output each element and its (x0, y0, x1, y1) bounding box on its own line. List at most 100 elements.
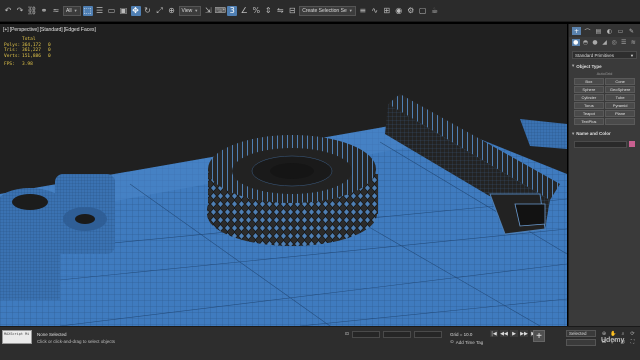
chevron-down-icon: ▼ (348, 8, 353, 13)
nav-icon-2[interactable]: ⌕ (619, 330, 627, 337)
playback-button-2[interactable]: ▶ (510, 330, 518, 337)
autogrid-checkbox[interactable]: AutoGrid (569, 71, 640, 76)
select-link-icon[interactable]: ⛓ (27, 6, 37, 16)
cmd-tab-0[interactable]: + (572, 27, 581, 35)
pivot-icon[interactable]: ⊕ (167, 6, 177, 16)
rendered-frame-icon[interactable]: ▢ (418, 6, 428, 16)
name-color-row (569, 139, 640, 150)
playback-button-0[interactable]: |◀ (490, 330, 498, 337)
nav-icon-1[interactable]: ✋ (610, 330, 618, 337)
key-filter-dropdown[interactable]: Selected (566, 330, 596, 337)
cmd-tab-5[interactable]: ✎ (627, 27, 636, 35)
name-color-rollout-header[interactable]: ▾ Name and Color (572, 131, 637, 137)
create-category-icon-1[interactable]: ◓ (582, 39, 590, 46)
reference-coord-dropdown[interactable]: View ▼ (178, 5, 202, 16)
set-key-button[interactable]: + (533, 330, 545, 342)
object-type-button-geosphere[interactable]: GeoSphere (605, 86, 635, 93)
object-type-button-box[interactable]: Box (574, 78, 604, 85)
viewport-menu-pov[interactable]: [Perspective] (10, 27, 39, 33)
viewport-menu-plus[interactable]: [+] (3, 27, 9, 33)
maxscript-listener[interactable]: MAXScript Mi (2, 330, 32, 344)
rect-selection-icon[interactable]: ▭ (107, 6, 117, 16)
object-type-button-teapot[interactable]: Teapot (574, 110, 604, 117)
chevron-down-icon: ▼ (73, 8, 78, 13)
set-key-filters[interactable] (566, 339, 596, 346)
select-object-icon[interactable]: ⬚ (82, 5, 93, 16)
unlink-icon[interactable]: ⚭ (39, 6, 49, 16)
playback-button-1[interactable]: ◀◀ (500, 330, 508, 337)
object-type-button-sphere[interactable]: Sphere (574, 86, 604, 93)
stats-total: 151,886 (22, 53, 41, 59)
percent-snap-icon[interactable]: % (251, 6, 261, 16)
x-coord-field[interactable] (351, 331, 380, 338)
window-crossing-icon[interactable]: ▣ (119, 6, 129, 16)
viewport-menu-shading[interactable]: [Edged Faces] (64, 27, 96, 33)
object-type-button-plane[interactable]: Plane (605, 110, 635, 117)
perspective-viewport[interactable]: [+][Perspective][Standard][Edged Faces] … (0, 24, 567, 326)
curve-editor-icon[interactable]: ∿ (370, 6, 380, 16)
toolbar-group-transform: ⬚ ☰ ▭ ▣ ✥ ↻ ⤢ ⊕ (82, 5, 177, 16)
snaps-toggle-icon[interactable]: 3 (227, 5, 238, 16)
collapse-icon: ▾ (572, 63, 575, 68)
object-type-button-torus[interactable]: Torus (574, 102, 604, 109)
object-name-field[interactable] (574, 140, 627, 148)
redo-icon[interactable]: ↷ (15, 6, 25, 16)
object-type-button-empty[interactable] (605, 118, 635, 125)
object-type-button-cone[interactable]: Cone (605, 78, 635, 85)
chevron-down-icon: ▼ (194, 8, 199, 13)
select-manipulate-icon[interactable]: ⇲ (203, 6, 213, 16)
mirror-icon[interactable]: ⇋ (275, 6, 285, 16)
render-icon[interactable]: ☕ (430, 6, 440, 16)
viewport-menu-standard[interactable]: [Standard] (40, 27, 63, 33)
create-category-icon-0[interactable]: ● (572, 39, 580, 46)
spinner-snap-icon[interactable]: ⇕ (263, 6, 273, 16)
udemy-watermark: Udemy (601, 337, 625, 344)
z-coord-field[interactable] (413, 331, 442, 338)
cmd-tab-4[interactable]: ▭ (616, 27, 625, 35)
nav-icon-3[interactable]: ⟳ (629, 330, 637, 337)
playback-button-3[interactable]: ▶▶ (520, 330, 528, 337)
keyboard-shortcut-icon[interactable]: ⌨ (214, 6, 226, 16)
schematic-view-icon[interactable]: ⊞ (382, 6, 392, 16)
selection-filter-dropdown[interactable]: All ▼ (63, 5, 81, 16)
angle-snap-icon[interactable]: ∠ (239, 6, 249, 16)
primitive-type-dropdown[interactable]: Standard Primitives ▼ (572, 51, 637, 59)
cmd-tab-2[interactable]: ▤ (594, 27, 603, 35)
object-type-button-textplus[interactable]: TextPlus (574, 118, 604, 125)
create-category-icon-4[interactable]: ◎ (610, 39, 618, 46)
cmd-tab-1[interactable]: ⌒ (583, 27, 592, 36)
object-type-rollout-header[interactable]: ▾ Object Type (572, 63, 637, 69)
viewport-scene[interactable] (0, 24, 567, 326)
nav-icon-0[interactable]: ⊕ (600, 330, 608, 337)
primitive-type-value: Standard Primitives (575, 52, 615, 58)
object-color-swatch[interactable] (629, 141, 635, 147)
rotate-icon[interactable]: ↻ (143, 6, 153, 16)
create-category-icon-6[interactable]: ≋ (629, 39, 637, 46)
object-type-button-tube[interactable]: Tube (605, 94, 635, 101)
select-by-name-icon[interactable]: ☰ (95, 6, 105, 16)
viewport-label-menu[interactable]: [+][Perspective][Standard][Edged Faces] (3, 27, 97, 33)
layer-explorer-icon[interactable]: ≡ (358, 6, 368, 16)
nav-icon-7[interactable]: ⛶ (629, 339, 637, 346)
undo-icon[interactable]: ↶ (3, 6, 13, 16)
material-editor-icon[interactable]: ◉ (394, 6, 404, 16)
render-setup-icon[interactable]: ⚙ (406, 6, 416, 16)
bind-spacewarp-icon[interactable]: ≈ (51, 6, 61, 16)
status-bar: MAXScript Mi None Selected Click or clic… (0, 326, 640, 360)
command-panel: + ⌒ ▤ ◐ ▭ ✎ ● ◓ ● ◢ ◎ ☰ ≋ Standard Primitives ▼ ▾ Obj… (568, 24, 640, 326)
object-type-title: Object Type (576, 63, 602, 69)
cmd-tab-3[interactable]: ◐ (605, 27, 614, 35)
y-coord-field[interactable] (382, 331, 411, 338)
scale-icon[interactable]: ⤢ (155, 6, 165, 16)
object-type-button-cylinder[interactable]: Cylinder (574, 94, 604, 101)
selection-status: None Selected (37, 332, 67, 337)
create-category-icon-5[interactable]: ☰ (620, 39, 628, 46)
move-icon[interactable]: ✥ (130, 5, 141, 16)
object-type-button-pyramid[interactable]: Pyramid (605, 102, 635, 109)
align-icon[interactable]: ⊟ (287, 6, 297, 16)
create-category-icon-2[interactable]: ● (591, 39, 599, 46)
add-time-tag[interactable]: ⊙ Add Time Tag (450, 340, 483, 345)
create-category-icon-3[interactable]: ◢ (601, 39, 609, 46)
lock-icon[interactable]: ⊡ (345, 332, 349, 337)
named-selection-dropdown[interactable]: Create Selection Se ▼ (299, 5, 356, 16)
